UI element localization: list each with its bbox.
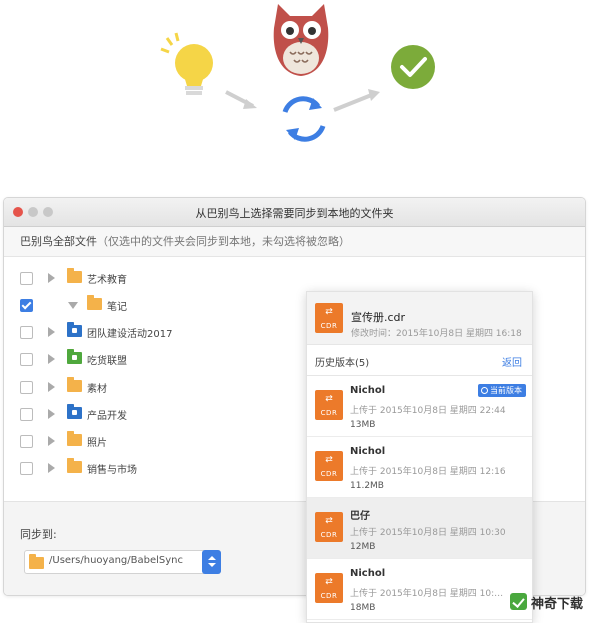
chevron-updown-icon[interactable]	[202, 550, 221, 574]
arrow-right-icon	[333, 89, 380, 112]
folder-icon	[67, 377, 82, 392]
folder-name: 笔记	[107, 302, 127, 313]
checkmark-circle-icon	[391, 45, 435, 89]
folder-row[interactable]: 吃货联盟	[4, 349, 304, 371]
cdr-file-icon: ⇄ CDR	[315, 451, 343, 481]
folder-checkbox[interactable]	[20, 435, 33, 448]
folder-icon	[87, 295, 102, 310]
history-title: 历史版本(5)	[315, 358, 370, 369]
folder-checkbox[interactable]	[20, 353, 33, 366]
history-header: 历史版本(5) 返回	[307, 345, 532, 376]
sync-arrows-icon	[282, 96, 326, 142]
folder-row[interactable]: 团队建设活动2017	[4, 322, 304, 344]
version-uploader: Nichol	[350, 568, 386, 579]
file-name: 宣传册.cdr	[351, 311, 406, 324]
sync-path-value: /Users/huoyang/BabelSync	[49, 555, 184, 566]
watermark-text: 神奇下载	[531, 597, 584, 612]
folder-checkbox[interactable]	[20, 381, 33, 394]
disclosure-right-icon[interactable]	[48, 409, 55, 419]
sync-path-select[interactable]: /Users/huoyang/BabelSync	[24, 550, 221, 574]
watermark-logo: 神奇下载	[510, 590, 596, 612]
sync-to-label: 同步到:	[20, 528, 57, 541]
disclosure-right-icon[interactable]	[48, 327, 55, 337]
current-version-badge: 当前版本	[478, 384, 526, 397]
folder-name: 照片	[87, 438, 107, 449]
folder-row[interactable]: 笔记	[4, 295, 304, 317]
version-upload-time: 上传于 2015年10月8日 星期四 10:…	[350, 589, 504, 599]
version-uploader: Nichol	[350, 446, 386, 457]
folder-checkbox[interactable]	[20, 272, 33, 285]
folder-name: 素材	[87, 384, 107, 395]
folder-row[interactable]: 产品开发	[4, 404, 304, 426]
version-item[interactable]: ⇄ CDR Nichol 上传于 2015年10月8日 星期四 22:44 13MB 当前…	[307, 376, 532, 437]
version-upload-time: 上传于 2015年10月8日 星期四 12:16	[350, 467, 506, 477]
folder-icon	[67, 268, 82, 283]
disclosure-right-icon[interactable]	[48, 273, 55, 283]
logo-mark-icon	[510, 593, 527, 610]
folder-name: 吃货联盟	[87, 356, 127, 367]
version-size: 18MB	[350, 603, 376, 613]
version-size: 12MB	[350, 542, 376, 552]
title-bar: 从巴别鸟上选择需要同步到本地的文件夹	[4, 198, 585, 227]
back-link[interactable]: 返回	[502, 354, 522, 369]
disclosure-right-icon[interactable]	[48, 354, 55, 364]
disclosure-right-icon[interactable]	[48, 463, 55, 473]
folder-row[interactable]: 艺术教育	[4, 268, 304, 290]
folder-checkbox[interactable]	[20, 299, 33, 312]
version-upload-time: 上传于 2015年10月8日 星期四 22:44	[350, 406, 506, 416]
cdr-file-icon: ⇄ CDR	[315, 512, 343, 542]
file-header: ⇄ CDR 宣传册.cdr 修改时间：2015年10月8日 星期四 16:18	[307, 292, 532, 345]
folder-icon	[67, 404, 82, 419]
cdr-file-icon: ⇄ CDR	[315, 390, 343, 420]
version-history-panel: ⇄ CDR 宣传册.cdr 修改时间：2015年10月8日 星期四 16:18 …	[306, 291, 533, 623]
folder-name: 产品开发	[87, 411, 127, 422]
version-upload-time: 上传于 2015年10月8日 星期四 10:30	[350, 528, 506, 538]
arrow-left-icon	[225, 90, 257, 109]
folder-row[interactable]: 销售与市场	[4, 458, 304, 480]
folder-icon	[29, 554, 44, 569]
folder-icon	[67, 431, 82, 446]
owl-mascot-icon	[273, 4, 329, 76]
folder-checkbox[interactable]	[20, 408, 33, 421]
folder-name: 销售与市场	[87, 465, 137, 476]
window-title: 从巴别鸟上选择需要同步到本地的文件夹	[195, 207, 394, 220]
folder-checkbox[interactable]	[20, 462, 33, 475]
file-modified-time: 修改时间：2015年10月8日 星期四 16:18	[351, 329, 522, 339]
folder-name: 团队建设活动2017	[87, 329, 173, 340]
disclosure-right-icon[interactable]	[48, 382, 55, 392]
root-folder-header: 巴别鸟全部文件（仅选中的文件夹会同步到本地，未勾选将被忽略）	[4, 227, 585, 257]
root-folder-label: 巴别鸟全部文件	[20, 235, 97, 248]
version-uploader: Nichol	[350, 385, 386, 396]
disclosure-right-icon[interactable]	[48, 436, 55, 446]
cdr-file-icon: ⇄ CDR	[315, 573, 343, 603]
version-size: 13MB	[350, 420, 376, 430]
folder-checkbox[interactable]	[20, 326, 33, 339]
version-item[interactable]: ⇄ CDR 巴仔上传于 2015年10月8日 星期四 10:30 12MB	[307, 498, 532, 559]
hero-illustration	[150, 0, 450, 150]
folder-icon	[67, 349, 82, 364]
clock-icon	[481, 387, 488, 394]
version-item[interactable]: ⇄ CDR Nichol 上传于 2015年10月8日 星期四 10:… 18MB	[307, 559, 532, 620]
version-item[interactable]: ⇄ CDR Nichol 上传于 2015年10月8日 星期四 12:16 11.2MB	[307, 437, 532, 498]
folder-row[interactable]: 素材	[4, 377, 304, 399]
lightbulb-icon	[160, 32, 213, 95]
folder-row[interactable]: 照片	[4, 431, 304, 453]
version-size: 11.2MB	[350, 481, 384, 491]
folder-name: 艺术教育	[87, 275, 127, 286]
root-folder-hint: （仅选中的文件夹会同步到本地，未勾选将被忽略）	[97, 235, 350, 248]
folder-icon	[67, 322, 82, 337]
version-uploader: 巴仔	[350, 511, 370, 522]
cdr-file-icon: ⇄ CDR	[315, 303, 343, 333]
disclosure-down-icon[interactable]	[68, 302, 78, 309]
folder-icon	[67, 458, 82, 473]
